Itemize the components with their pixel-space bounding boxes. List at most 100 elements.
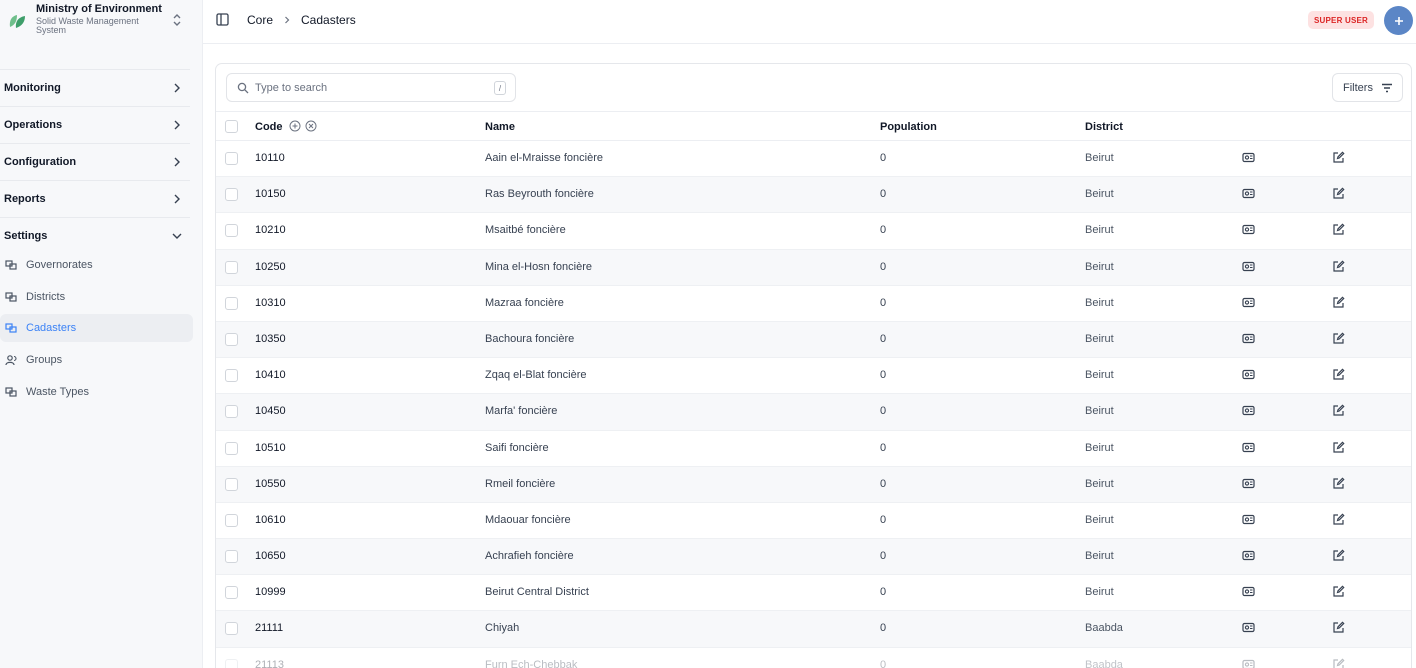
edit-icon[interactable] [1332, 151, 1345, 164]
edit-icon[interactable] [1332, 368, 1345, 381]
sidebar-item-districts[interactable]: Districts [0, 283, 193, 311]
cell-code: 10150 [255, 188, 286, 201]
row-checkbox[interactable] [225, 586, 238, 600]
view-details-icon[interactable] [1242, 513, 1255, 526]
search-shortcut-hint: / [494, 81, 506, 95]
brand-subtitle: Solid Waste Management System [36, 16, 139, 35]
cell-code: 10410 [255, 369, 286, 382]
edit-icon[interactable] [1332, 296, 1345, 309]
cell-name: Zqaq el-Blat foncière [485, 369, 587, 382]
view-details-icon[interactable] [1242, 658, 1255, 668]
cell-district: Baabda [1085, 622, 1123, 635]
row-checkbox[interactable] [225, 296, 238, 310]
edit-icon[interactable] [1332, 477, 1345, 490]
row-checkbox[interactable] [225, 477, 238, 491]
row-checkbox[interactable] [225, 513, 238, 527]
column-header-code[interactable]: Code [255, 121, 283, 133]
cell-district: Beirut [1085, 224, 1114, 237]
sidebar-item-governorates[interactable]: Governorates [0, 251, 193, 279]
row-checkbox[interactable] [225, 550, 238, 564]
table-row: 10610 Mdaouar foncière 0 Beirut [216, 503, 1411, 540]
row-checkbox[interactable] [225, 332, 238, 346]
edit-icon[interactable] [1332, 585, 1345, 598]
edit-icon[interactable] [1332, 260, 1345, 273]
view-details-icon[interactable] [1242, 549, 1255, 562]
column-header-district[interactable]: District [1085, 121, 1123, 133]
edit-icon[interactable] [1332, 549, 1345, 562]
filters-button[interactable]: Filters [1332, 73, 1403, 102]
row-checkbox[interactable] [225, 441, 238, 455]
edit-icon[interactable] [1332, 223, 1345, 236]
edit-icon[interactable] [1332, 404, 1345, 417]
brand-header[interactable]: Ministry of Environment Solid Waste Mana… [0, 0, 203, 42]
cell-name: Msaitbé foncière [485, 224, 566, 237]
view-details-icon[interactable] [1242, 260, 1255, 273]
row-checkbox[interactable] [225, 188, 238, 202]
map-icon [5, 260, 17, 270]
cell-code: 10550 [255, 477, 286, 490]
users-icon [5, 355, 17, 366]
row-checkbox[interactable] [225, 405, 238, 419]
table-row: 21113 Furn Ech-Chebbak 0 Baabda [216, 648, 1411, 668]
cell-name: Achrafieh foncière [485, 550, 574, 563]
clear-sort-icon[interactable] [305, 120, 317, 132]
cell-district: Beirut [1085, 477, 1114, 490]
column-header-population[interactable]: Population [880, 121, 937, 133]
search-input[interactable] [255, 78, 485, 98]
row-checkbox[interactable] [225, 224, 238, 238]
nav-section-label: Configuration [4, 156, 77, 168]
edit-icon[interactable] [1332, 332, 1345, 345]
view-details-icon[interactable] [1242, 477, 1255, 490]
row-checkbox[interactable] [225, 658, 238, 668]
sidebar: Ministry of Environment Solid Waste Mana… [0, 0, 203, 668]
sidebar-item-cadasters[interactable]: Cadasters [0, 314, 193, 342]
row-checkbox[interactable] [225, 369, 238, 383]
sidebar-item-label: Groups [26, 354, 63, 366]
sort-add-icon[interactable] [289, 120, 301, 132]
sidebar-item-waste-types[interactable]: Waste Types [0, 378, 193, 406]
breadcrumb-core[interactable]: Core [247, 13, 273, 27]
cell-code: 10110 [255, 152, 285, 164]
cell-name: Beirut Central District [485, 586, 589, 599]
cell-name: Ras Beyrouth foncière [485, 188, 594, 201]
nav-section-configuration[interactable]: Configuration [0, 143, 190, 180]
view-details-icon[interactable] [1242, 585, 1255, 598]
view-details-icon[interactable] [1242, 187, 1255, 200]
sidebar-item-groups[interactable]: Groups [0, 346, 193, 374]
edit-icon[interactable] [1332, 658, 1345, 668]
view-details-icon[interactable] [1242, 223, 1255, 236]
select-all-checkbox[interactable] [225, 120, 238, 133]
cell-code: 21111 [255, 622, 284, 635]
chevron-right-icon [174, 120, 180, 130]
nav-section-reports[interactable]: Reports [0, 180, 190, 217]
cell-population: 0 [880, 658, 887, 668]
edit-icon[interactable] [1332, 621, 1345, 634]
cell-code: 10350 [255, 332, 286, 345]
view-details-icon[interactable] [1242, 404, 1255, 417]
view-details-icon[interactable] [1242, 441, 1255, 454]
view-details-icon[interactable] [1242, 368, 1255, 381]
edit-icon[interactable] [1332, 513, 1345, 526]
nav-section-label: Reports [4, 193, 46, 205]
edit-icon[interactable] [1332, 187, 1345, 200]
row-checkbox[interactable] [225, 152, 238, 165]
table-row: 10410 Zqaq el-Blat foncière 0 Beirut [216, 358, 1411, 395]
column-header-name[interactable]: Name [485, 121, 515, 133]
edit-icon[interactable] [1332, 440, 1345, 454]
sidebar-toggle-icon[interactable] [216, 13, 229, 26]
cell-district: Beirut [1085, 369, 1114, 382]
cell-population: 0 [880, 260, 887, 273]
nav-section-operations[interactable]: Operations [0, 106, 190, 143]
view-details-icon[interactable] [1242, 332, 1255, 345]
row-checkbox[interactable] [225, 622, 238, 636]
table-row: 21111 Chiyah 0 Baabda [216, 611, 1411, 648]
nav-section-monitoring[interactable]: Monitoring [0, 69, 190, 106]
nav-section-settings[interactable]: Settings [0, 217, 190, 254]
view-details-icon[interactable] [1242, 151, 1255, 164]
search-box[interactable]: / [226, 73, 516, 102]
view-details-icon[interactable] [1242, 296, 1255, 309]
view-details-icon[interactable] [1242, 621, 1255, 634]
row-checkbox[interactable] [225, 260, 238, 274]
chevron-updown-icon[interactable] [170, 12, 184, 28]
avatar[interactable] [1384, 6, 1413, 35]
